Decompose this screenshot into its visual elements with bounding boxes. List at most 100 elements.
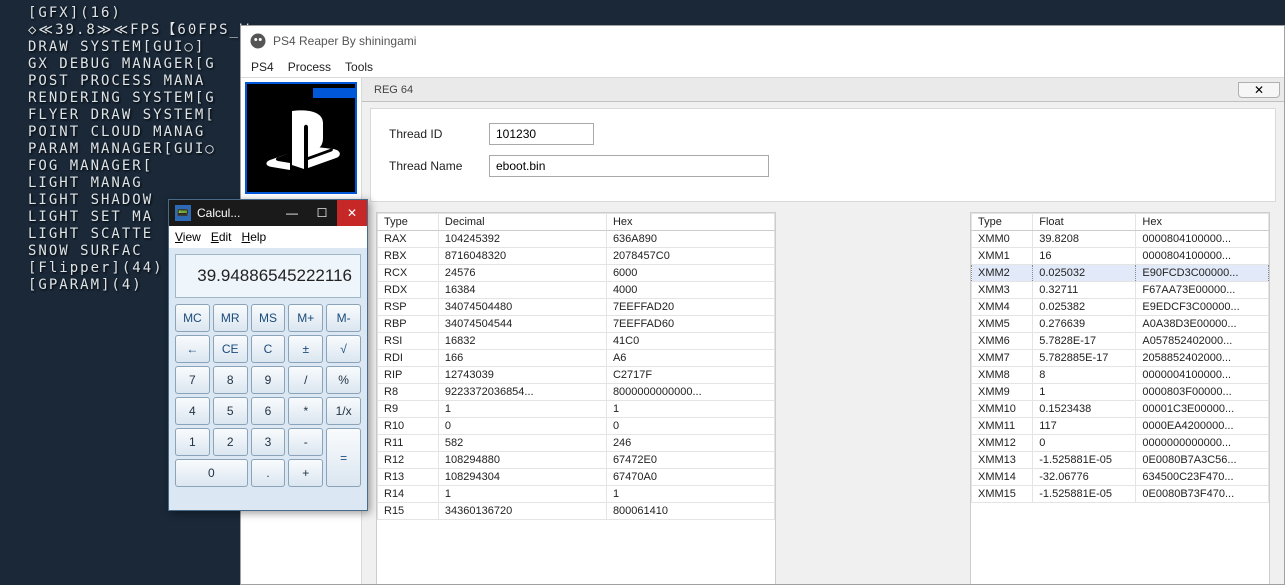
calc-key-CE[interactable]: CE bbox=[213, 335, 248, 363]
gp-col-hex[interactable]: Hex bbox=[606, 214, 774, 231]
window-minimize-button[interactable]: — bbox=[277, 200, 307, 226]
calc-key-x[interactable]: = bbox=[326, 428, 361, 487]
table-row[interactable]: RSP340745044807EEFFAD20 bbox=[378, 299, 775, 316]
menu-tools[interactable]: Tools bbox=[345, 60, 373, 74]
tab-close-button[interactable]: ✕ bbox=[1238, 82, 1280, 98]
calc-key-1[interactable]: 1 bbox=[175, 428, 210, 456]
tab-reg64[interactable]: REG 64 bbox=[362, 80, 425, 100]
overlay-line: POST PROCESS MANA bbox=[28, 73, 250, 90]
table-row[interactable]: RBX87160483202078457C0 bbox=[378, 248, 775, 265]
table-row[interactable]: XMM40.025382E9EDCF3C00000... bbox=[972, 299, 1269, 316]
gp-col-type[interactable]: Type bbox=[378, 214, 439, 231]
table-row[interactable]: XMM14-32.06776634500C23F470... bbox=[972, 469, 1269, 486]
overlay-line: DRAW SYSTEM[GUI○] bbox=[28, 39, 250, 56]
calc-menu-help[interactable]: Help bbox=[242, 230, 267, 244]
calc-key-MC[interactable]: MC bbox=[175, 304, 210, 332]
calc-key-2[interactable]: 2 bbox=[213, 428, 248, 456]
calculator-titlebar[interactable]: 📟 Calcul... — ☐ ✕ bbox=[169, 200, 367, 226]
overlay-line: ◇≪39.8≫≪FPS【60FPS_W bbox=[28, 22, 250, 39]
thread-name-input[interactable] bbox=[489, 155, 769, 177]
calc-key-MR[interactable]: MR bbox=[213, 304, 248, 332]
calc-key-0[interactable]: 0 bbox=[175, 459, 248, 487]
ps-logo-panel bbox=[245, 82, 357, 194]
calc-key-4[interactable]: 4 bbox=[175, 397, 210, 425]
table-row[interactable]: RIP12743039C2717F bbox=[378, 367, 775, 384]
calc-key-C[interactable]: C bbox=[251, 335, 286, 363]
table-row[interactable]: RSI1683241C0 bbox=[378, 333, 775, 350]
table-row[interactable]: R1210829488067472E0 bbox=[378, 452, 775, 469]
table-row[interactable]: R1310829430467470A0 bbox=[378, 469, 775, 486]
calc-key-x[interactable]: ± bbox=[288, 335, 323, 363]
gp-col-decimal[interactable]: Decimal bbox=[438, 214, 606, 231]
reaper-menu-bar: PS4 Process Tools bbox=[241, 56, 1284, 78]
table-row[interactable]: XMM15-1.525881E-050E0080B73F470... bbox=[972, 486, 1269, 503]
calculator-window: 📟 Calcul... — ☐ ✕ View Edit Help 39.9488… bbox=[168, 199, 368, 511]
thread-id-label: Thread ID bbox=[389, 127, 489, 141]
calc-key-x[interactable]: % bbox=[326, 366, 361, 394]
calc-key-Mx[interactable]: M- bbox=[326, 304, 361, 332]
table-row[interactable]: RDX163844000 bbox=[378, 282, 775, 299]
calc-key-3[interactable]: 3 bbox=[251, 428, 286, 456]
table-row[interactable]: XMM50.276639A0A38D3E00000... bbox=[972, 316, 1269, 333]
calc-key-x[interactable]: √ bbox=[326, 335, 361, 363]
table-row[interactable]: RAX104245392636A890 bbox=[378, 231, 775, 248]
thread-info-panel: Thread ID Thread Name bbox=[370, 108, 1276, 202]
calc-menu-view[interactable]: View bbox=[175, 230, 201, 244]
menu-ps4[interactable]: PS4 bbox=[251, 60, 274, 74]
table-row[interactable]: RBP340745045447EEFFAD60 bbox=[378, 316, 775, 333]
calc-key-x[interactable]: + bbox=[288, 459, 323, 487]
xmm-col-type[interactable]: Type bbox=[972, 214, 1033, 231]
table-row[interactable]: R1411 bbox=[378, 486, 775, 503]
thread-id-input[interactable] bbox=[489, 123, 594, 145]
reaper-titlebar[interactable]: PS4 Reaper By shiningami bbox=[241, 26, 1284, 56]
table-row[interactable]: XMM1200000000000000... bbox=[972, 435, 1269, 452]
table-row[interactable]: XMM910000803F00000... bbox=[972, 384, 1269, 401]
thread-name-label: Thread Name bbox=[389, 159, 489, 173]
xmm-col-float[interactable]: Float bbox=[1033, 214, 1136, 231]
calc-key-7[interactable]: 7 bbox=[175, 366, 210, 394]
calc-key-9[interactable]: 9 bbox=[251, 366, 286, 394]
window-maximize-button[interactable]: ☐ bbox=[307, 200, 337, 226]
calc-key-x[interactable]: * bbox=[288, 397, 323, 425]
calc-key-5[interactable]: 5 bbox=[213, 397, 248, 425]
table-row[interactable]: XMM880000004100000... bbox=[972, 367, 1269, 384]
table-row[interactable]: R89223372036854...8000000000000... bbox=[378, 384, 775, 401]
calc-key-x[interactable]: / bbox=[288, 366, 323, 394]
calc-key-Mx[interactable]: M+ bbox=[288, 304, 323, 332]
table-row[interactable]: RCX245766000 bbox=[378, 265, 775, 282]
table-row[interactable]: XMM111170000EA4200000... bbox=[972, 418, 1269, 435]
xmm-col-hex[interactable]: Hex bbox=[1136, 214, 1269, 231]
overlay-line: RENDERING SYSTEM[G bbox=[28, 90, 250, 107]
calc-menu-edit[interactable]: Edit bbox=[211, 230, 232, 244]
calculator-app-icon: 📟 bbox=[175, 205, 191, 221]
calculator-keypad: MCMRMSM+M- ←CEC±√ 789/% 456*1/x 123-= 0.+ bbox=[169, 304, 367, 493]
xmm-registers-table[interactable]: Type Float Hex XMM039.82080000804100000.… bbox=[970, 212, 1270, 584]
table-row[interactable]: XMM100.152343800001C3E00000... bbox=[972, 401, 1269, 418]
table-row[interactable]: XMM039.82080000804100000... bbox=[972, 231, 1269, 248]
overlay-line: FOG MANAGER[ bbox=[28, 158, 250, 175]
calc-key-x[interactable]: - bbox=[288, 428, 323, 456]
overlay-line: POINT CLOUD MANAG bbox=[28, 124, 250, 141]
calc-key-6[interactable]: 6 bbox=[251, 397, 286, 425]
gp-registers-table[interactable]: Type Decimal Hex RAX104245392636A890RBX8… bbox=[376, 212, 776, 584]
table-row[interactable]: R1000 bbox=[378, 418, 775, 435]
table-row[interactable]: XMM65.7828E-17A057852402000... bbox=[972, 333, 1269, 350]
table-row[interactable]: RDI166A6 bbox=[378, 350, 775, 367]
calc-key-MS[interactable]: MS bbox=[251, 304, 286, 332]
window-close-button[interactable]: ✕ bbox=[337, 200, 367, 226]
table-row[interactable]: XMM1160000804100000... bbox=[972, 248, 1269, 265]
calculator-display: 39.94886545222116 bbox=[175, 254, 361, 298]
table-row[interactable]: XMM75.782885E-172058852402000... bbox=[972, 350, 1269, 367]
calc-key-x[interactable]: ← bbox=[175, 335, 210, 363]
calc-key-8[interactable]: 8 bbox=[213, 366, 248, 394]
table-row[interactable]: R1534360136720800061410 bbox=[378, 503, 775, 520]
table-row[interactable]: R911 bbox=[378, 401, 775, 418]
calc-key-1xx[interactable]: 1/x bbox=[326, 397, 361, 425]
menu-process[interactable]: Process bbox=[288, 60, 331, 74]
table-row[interactable]: R11582246 bbox=[378, 435, 775, 452]
table-row[interactable]: XMM13-1.525881E-050E0080B7A3C56... bbox=[972, 452, 1269, 469]
table-row[interactable]: XMM30.32711F67AA73E00000... bbox=[972, 282, 1269, 299]
calc-key-x[interactable]: . bbox=[251, 459, 286, 487]
table-row[interactable]: XMM20.025032E90FCD3C00000... bbox=[972, 265, 1269, 282]
reaper-app-icon bbox=[249, 32, 267, 50]
